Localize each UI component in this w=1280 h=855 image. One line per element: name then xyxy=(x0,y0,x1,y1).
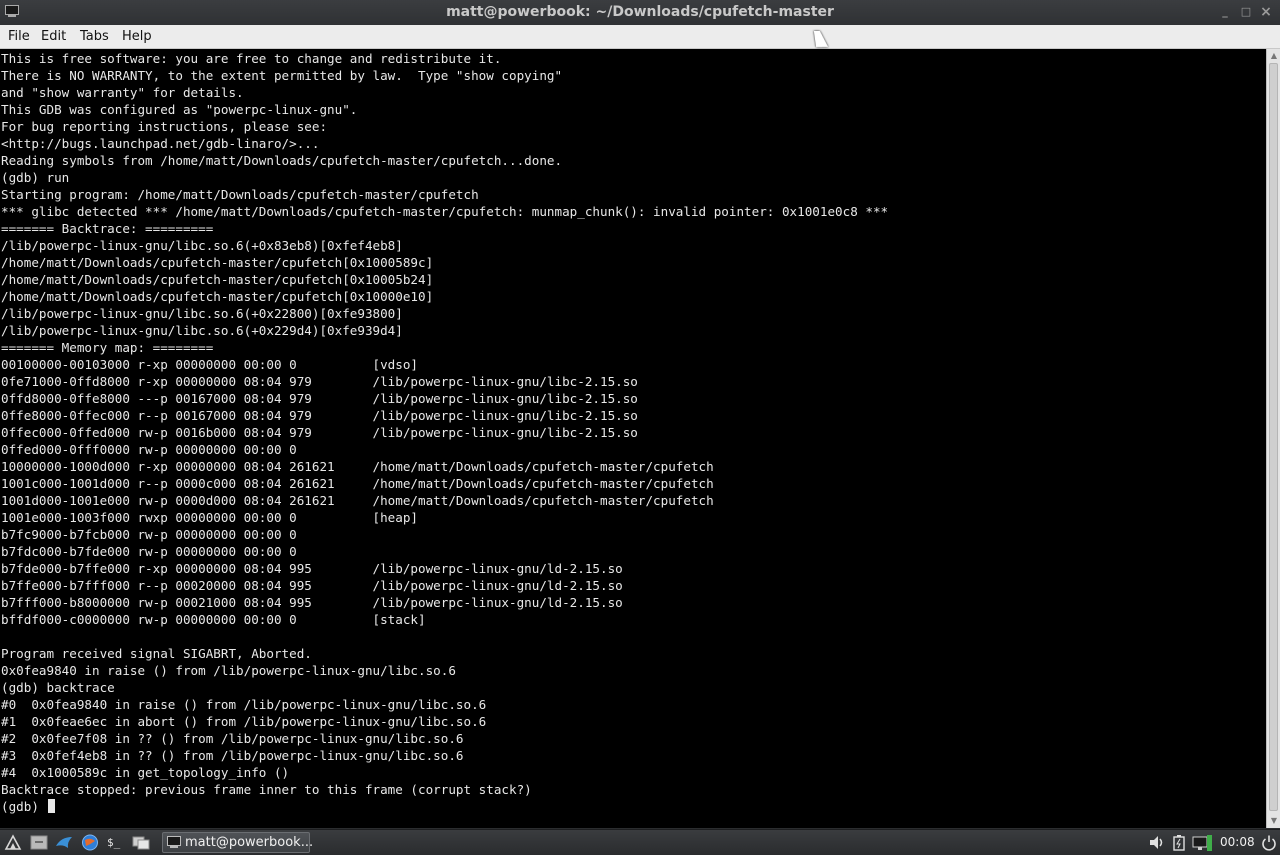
browser-globe-icon[interactable] xyxy=(81,834,99,851)
terminal-line: 1001c000-1001d000 r--p 0000c000 08:04 26… xyxy=(1,476,714,491)
file-manager-icon[interactable] xyxy=(30,834,48,851)
menu-tabs[interactable]: Tabs xyxy=(80,29,109,44)
clock: 00:08 xyxy=(1220,835,1255,849)
terminal-line: Program received signal SIGABRT, Aborted… xyxy=(1,646,312,661)
show-desktop-icon[interactable] xyxy=(132,834,150,851)
terminal-line: This GDB was configured as "powerpc-linu… xyxy=(1,102,358,117)
browser-bird-icon[interactable] xyxy=(55,834,73,851)
terminal-line: #0 0x0fea9840 in raise () from /lib/powe… xyxy=(1,697,487,712)
terminal-line: b7fdc000-b7fde000 rw-p 00000000 00:00 0 xyxy=(1,544,297,559)
terminal-line: and "show warranty" for details. xyxy=(1,85,244,100)
minimize-button[interactable]: _ xyxy=(1217,4,1233,20)
terminal-line: /home/matt/Downloads/cpufetch-master/cpu… xyxy=(1,272,434,287)
scroll-down-icon[interactable]: ▼ xyxy=(1269,816,1279,826)
terminal-line: /home/matt/Downloads/cpufetch-master/cpu… xyxy=(1,255,434,270)
terminal-line: (gdb) run xyxy=(1,170,70,185)
scroll-up-icon[interactable]: ▲ xyxy=(1269,51,1279,61)
terminal-line: Starting program: /home/matt/Downloads/c… xyxy=(1,187,479,202)
terminal-line: #1 0x0feae6ec in abort () from /lib/powe… xyxy=(1,714,487,729)
terminal-line: 0ffe8000-0ffec000 r--p 00167000 08:04 97… xyxy=(1,408,638,423)
terminal-area[interactable]: This is free software: you are free to c… xyxy=(0,49,1266,828)
terminal-line: 0ffed000-0fff0000 rw-p 00000000 00:00 0 xyxy=(1,442,297,457)
terminal-line: 1001d000-1001e000 rw-p 0000d000 08:04 26… xyxy=(1,493,714,508)
terminal-line: b7fc9000-b7fcb000 rw-p 00000000 00:00 0 xyxy=(1,527,297,542)
svg-text:$_: $_ xyxy=(107,836,121,849)
terminal-line: 00100000-00103000 r-xp 00000000 00:00 0 … xyxy=(1,357,419,372)
terminal-line: 0ffd8000-0ffe8000 ---p 00167000 08:04 97… xyxy=(1,391,638,406)
taskbar-terminal-task[interactable]: matt@powerbook... xyxy=(162,832,314,853)
power-icon[interactable] xyxy=(1261,834,1277,851)
scrollbar-thumb[interactable] xyxy=(1269,63,1278,811)
terminal-line: b7fde000-b7ffe000 r-xp 00000000 08:04 99… xyxy=(1,561,623,576)
terminal-line: 0x0fea9840 in raise () from /lib/powerpc… xyxy=(1,663,456,678)
terminal-prompt: (gdb) xyxy=(1,799,47,814)
battery-icon[interactable] xyxy=(1172,834,1186,851)
terminal-icon[interactable]: $_ xyxy=(106,834,124,851)
menu-file[interactable]: File xyxy=(8,29,30,44)
terminal-line: /home/matt/Downloads/cpufetch-master/cpu… xyxy=(1,289,434,304)
terminal-prompt-line[interactable]: (gdb) xyxy=(1,798,888,815)
terminal-line: ======= Backtrace: ========= xyxy=(1,221,214,236)
terminal-task-icon xyxy=(167,836,181,848)
terminal-output: This is free software: you are free to c… xyxy=(1,50,888,815)
terminal-line: #4 0x1000589c in get_topology_info () xyxy=(1,765,290,780)
menu-edit[interactable]: Edit xyxy=(41,29,66,44)
terminal-line: There is NO WARRANTY, to the extent perm… xyxy=(1,68,563,83)
maximize-button[interactable]: □ xyxy=(1238,4,1254,20)
terminal-line: Reading symbols from /home/matt/Download… xyxy=(1,153,563,168)
terminal-line: 0ffec000-0ffed000 rw-p 0016b000 08:04 97… xyxy=(1,425,638,440)
taskbar: $_ matt@powerbook... 00:08 xyxy=(0,829,1280,855)
volume-icon[interactable] xyxy=(1148,834,1166,851)
close-button[interactable]: × xyxy=(1258,4,1274,20)
terminal-line: bffdf000-c0000000 rw-p 00000000 00:00 0 … xyxy=(1,612,426,627)
terminal-line: /lib/powerpc-linux-gnu/libc.so.6(+0x2280… xyxy=(1,306,403,321)
network-icon[interactable] xyxy=(1192,834,1214,852)
title-bar: matt@powerbook: ~/Downloads/cpufetch-mas… xyxy=(0,0,1280,25)
maximize-icon: □ xyxy=(1240,5,1252,18)
terminal-line: 0fe71000-0ffd8000 r-xp 00000000 08:04 97… xyxy=(1,374,638,389)
terminal-line: 10000000-1000d000 r-xp 00000000 08:04 26… xyxy=(1,459,714,474)
menu-help[interactable]: Help xyxy=(122,29,152,44)
text-cursor xyxy=(47,799,55,813)
terminal-line: *** glibc detected *** /home/matt/Downlo… xyxy=(1,204,889,219)
terminal-line: /lib/powerpc-linux-gnu/libc.so.6(+0x229d… xyxy=(1,323,403,338)
terminal-line: <http://bugs.launchpad.net/gdb-linaro/>.… xyxy=(1,136,320,151)
menu-bar: File Edit Tabs Help xyxy=(0,25,1280,49)
taskbar-task-label: matt@powerbook... xyxy=(185,835,314,850)
terminal-line: For bug reporting instructions, please s… xyxy=(1,119,328,134)
minimize-icon: _ xyxy=(1222,5,1228,18)
terminal-line: (gdb) backtrace xyxy=(1,680,115,695)
window-title: matt@powerbook: ~/Downloads/cpufetch-mas… xyxy=(446,4,834,20)
terminal-line: /lib/powerpc-linux-gnu/libc.so.6(+0x83eb… xyxy=(1,238,403,253)
menu-icon[interactable] xyxy=(4,834,22,851)
terminal-line: ======= Memory map: ======== xyxy=(1,340,214,355)
terminal-line: 1001e000-1003f000 rwxp 00000000 00:00 0 … xyxy=(1,510,419,525)
terminal-line: #3 0x0fef4eb8 in ?? () from /lib/powerpc… xyxy=(1,748,464,763)
terminal-line: #2 0x0fee7f08 in ?? () from /lib/powerpc… xyxy=(1,731,464,746)
terminal-line: b7fff000-b8000000 rw-p 00021000 08:04 99… xyxy=(1,595,623,610)
terminal-line: Backtrace stopped: previous frame inner … xyxy=(1,782,532,797)
close-icon: × xyxy=(1260,4,1272,20)
terminal-line: b7ffe000-b7fff000 r--p 00020000 08:04 99… xyxy=(1,578,623,593)
terminal-scrollbar[interactable]: ▲ ▼ xyxy=(1266,49,1280,828)
terminal-line: This is free software: you are free to c… xyxy=(1,51,502,66)
mouse-pointer-icon xyxy=(813,31,829,47)
